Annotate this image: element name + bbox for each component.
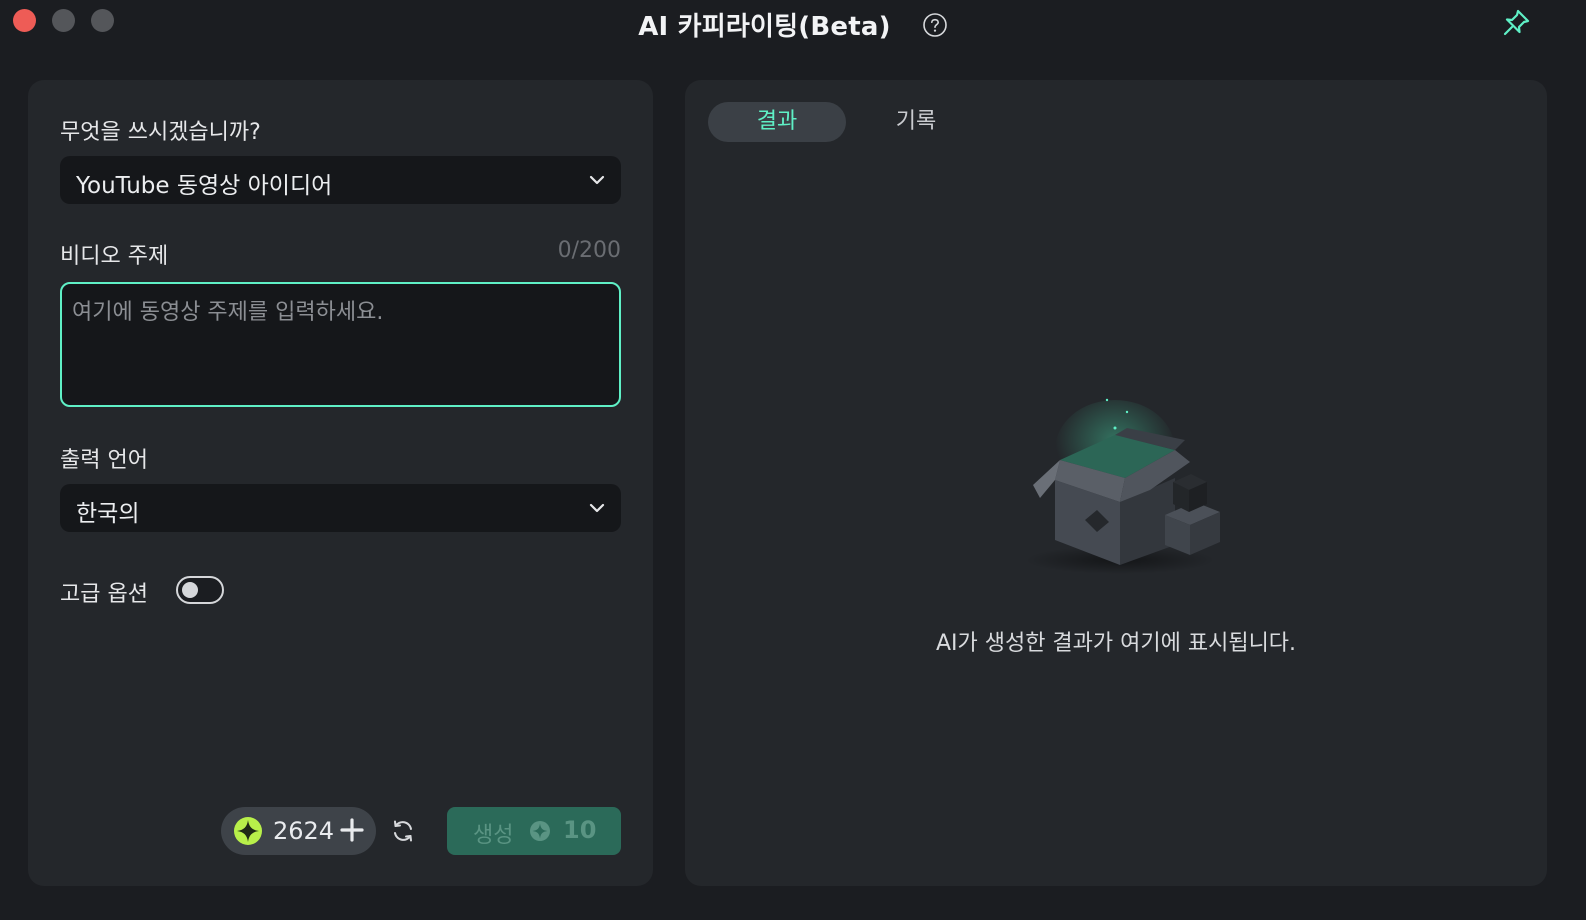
- title-group: AI 카피라이팅(Beta): [0, 6, 1586, 42]
- output-language-value: 한국의: [76, 501, 140, 527]
- credits-count: 2624: [273, 817, 335, 845]
- content-type-label: 무엇을 쓰시겠습니까?: [60, 120, 261, 145]
- advanced-options-toggle[interactable]: [176, 576, 224, 604]
- topic-char-counter: 0/200: [557, 238, 621, 263]
- empty-state-message: AI가 생성한 결과가 여기에 표시됩니다.: [935, 631, 1297, 656]
- video-topic-input[interactable]: 여기에 동영상 주제를 입력하세요.: [60, 282, 621, 407]
- ai-credit-coin-icon: [234, 817, 262, 845]
- toggle-knob: [182, 582, 198, 598]
- tab-history[interactable]: 기록: [871, 102, 961, 142]
- credits-badge[interactable]: 2624: [221, 807, 376, 855]
- title-bar: AI 카피라이팅(Beta): [0, 0, 1586, 50]
- chevron-down-icon: [589, 503, 605, 513]
- content-type-select[interactable]: YouTube 동영상 아이디어: [60, 156, 621, 204]
- empty-box-illustration: [1025, 398, 1220, 574]
- content-type-value: YouTube 동영상 아이디어: [76, 173, 333, 199]
- refresh-icon[interactable]: [390, 818, 416, 844]
- video-topic-label: 비디오 주제: [60, 244, 169, 269]
- tab-results[interactable]: 결과: [708, 102, 846, 142]
- ai-copywriting-window: AI 카피라이팅(Beta) 무엇을 쓰시겠습니까? YouTube 동영상 아…: [0, 0, 1586, 920]
- generate-button[interactable]: 생성 10: [447, 807, 621, 855]
- input-panel: 무엇을 쓰시겠습니까? YouTube 동영상 아이디어 비디오 주제 0/20…: [28, 80, 653, 886]
- credit-cost-icon: [530, 821, 550, 841]
- help-circle-icon[interactable]: [922, 12, 948, 38]
- chevron-down-icon: [589, 175, 605, 185]
- generate-cost: 10: [563, 816, 597, 844]
- window-title: AI 카피라이팅(Beta): [638, 12, 891, 42]
- results-panel: 결과 기록 AI가 생성한 결과가 여기에 표시됩니다.: [685, 80, 1547, 886]
- video-topic-placeholder: 여기에 동영상 주제를 입력하세요.: [72, 300, 384, 325]
- generate-label: 생성: [473, 823, 514, 848]
- pin-icon[interactable]: [1500, 7, 1532, 39]
- output-language-label: 출력 언어: [60, 448, 148, 473]
- output-language-select[interactable]: 한국의: [60, 484, 621, 532]
- add-credits-icon[interactable]: [339, 817, 365, 843]
- advanced-options-label: 고급 옵션: [60, 582, 148, 607]
